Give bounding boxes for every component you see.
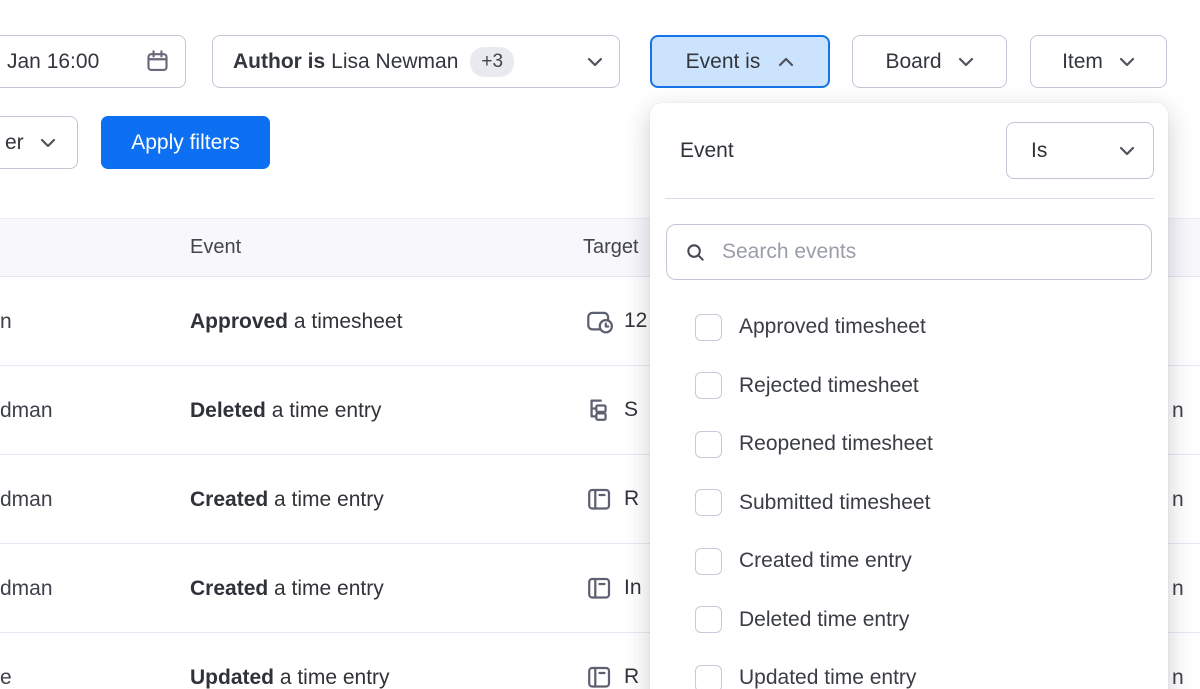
author-filter-field: Author is <box>233 50 325 74</box>
event-filter-dropdown: Event Is Approved timesheet Rejected tim… <box>650 103 1168 689</box>
event-options-list: Approved timesheet Rejected timesheet Re… <box>650 298 1168 689</box>
row-target-fragment: In <box>624 576 642 600</box>
event-option-label: Submitted timesheet <box>739 491 930 515</box>
item-filter-button[interactable]: Item <box>1030 35 1167 88</box>
dropdown-field-label: Event <box>680 103 734 198</box>
event-option-checkbox[interactable] <box>695 372 722 399</box>
event-option[interactable]: Submitted timesheet <box>650 474 1168 533</box>
row-author-fragment: dman <box>0 366 53 455</box>
row-event-rest: a timesheet <box>288 310 402 333</box>
item-filter-label: Item <box>1062 50 1103 74</box>
chevron-down-icon <box>587 57 603 67</box>
row-target: R <box>585 455 639 543</box>
board-filter-button[interactable]: Board <box>852 35 1007 88</box>
truncated-filter-button[interactable]: er <box>0 116 78 169</box>
row-author-fragment: n <box>0 277 12 366</box>
row-target-fragment: 12 <box>624 309 647 333</box>
board-icon <box>585 574 614 603</box>
row-right-fragment: n <box>1172 544 1184 633</box>
event-option[interactable]: Deleted time entry <box>650 591 1168 650</box>
event-option[interactable]: Reopened timesheet <box>650 415 1168 474</box>
row-event-verb: Created <box>190 488 268 511</box>
chevron-up-icon <box>778 57 794 67</box>
row-event-verb: Updated <box>190 666 274 689</box>
row-event-rest: a time entry <box>268 488 384 511</box>
operator-value: Is <box>1031 139 1047 163</box>
event-option-checkbox[interactable] <box>695 431 722 458</box>
chevron-down-icon <box>958 57 974 67</box>
event-option-label: Updated time entry <box>739 666 916 689</box>
row-right-fragment: n <box>1172 366 1184 455</box>
event-option[interactable]: Rejected timesheet <box>650 357 1168 416</box>
row-event-verb: Approved <box>190 310 288 333</box>
chevron-down-icon <box>40 138 56 148</box>
row-target: R <box>585 633 639 689</box>
row-event-verb: Created <box>190 577 268 600</box>
event-option[interactable]: Approved timesheet <box>650 298 1168 357</box>
row-target: In <box>585 544 642 632</box>
row-right-fragment: n <box>1172 633 1184 689</box>
operator-select[interactable]: Is <box>1006 122 1154 179</box>
truncated-filter-label: er <box>5 131 24 155</box>
row-event-rest: a time entry <box>268 577 384 600</box>
row-event-text: Created a time entry <box>190 455 384 544</box>
board-icon <box>585 485 614 514</box>
row-target: 12 <box>585 277 647 365</box>
row-author-fragment: e <box>0 633 12 689</box>
date-filter-value: Jan 16:00 <box>7 50 99 74</box>
board-filter-label: Board <box>885 50 941 74</box>
event-search-box <box>666 224 1152 280</box>
event-option-checkbox[interactable] <box>695 548 722 575</box>
event-option-checkbox[interactable] <box>695 489 722 516</box>
column-header-target: Target <box>583 219 639 276</box>
timesheet-clock-icon <box>585 307 614 336</box>
row-event-text: Created a time entry <box>190 544 384 633</box>
chevron-down-icon <box>1119 146 1135 156</box>
row-event-rest: a time entry <box>274 666 390 689</box>
row-target: S <box>585 366 638 454</box>
event-option[interactable]: Updated time entry <box>650 649 1168 689</box>
event-option-label: Created time entry <box>739 549 912 573</box>
row-event-text: Deleted a time entry <box>190 366 381 455</box>
row-event-verb: Deleted <box>190 399 266 422</box>
event-filter-button[interactable]: Event is <box>650 35 830 88</box>
row-right-fragment: n <box>1172 455 1184 544</box>
author-filter-value: Lisa Newman <box>331 50 458 74</box>
author-filter[interactable]: Author is Lisa Newman +3 <box>212 35 620 88</box>
row-event-text: Approved a timesheet <box>190 277 402 366</box>
event-option-label: Deleted time entry <box>739 608 909 632</box>
chevron-down-icon <box>1119 57 1135 67</box>
event-option[interactable]: Created time entry <box>650 532 1168 591</box>
event-option-checkbox[interactable] <box>695 665 722 689</box>
calendar-icon <box>144 48 171 75</box>
event-option-label: Approved timesheet <box>739 315 926 339</box>
subitems-icon <box>585 396 614 425</box>
apply-filters-button[interactable]: Apply filters <box>101 116 270 169</box>
dropdown-divider <box>665 198 1154 199</box>
row-target-fragment: S <box>624 398 638 422</box>
event-option-checkbox[interactable] <box>695 606 722 633</box>
row-author-fragment: dman <box>0 455 53 544</box>
board-icon <box>585 663 614 689</box>
event-filter-label: Event is <box>686 50 761 74</box>
row-author-fragment: dman <box>0 544 53 633</box>
column-header-event: Event <box>190 219 241 276</box>
row-event-rest: a time entry <box>266 399 382 422</box>
row-target-fragment: R <box>624 665 639 689</box>
event-option-label: Reopened timesheet <box>739 432 933 456</box>
date-range-filter[interactable]: Jan 16:00 <box>0 35 186 88</box>
event-option-checkbox[interactable] <box>695 314 722 341</box>
row-event-text: Updated a time entry <box>190 633 390 689</box>
event-search-input[interactable] <box>720 239 1151 265</box>
row-target-fragment: R <box>624 487 639 511</box>
search-icon <box>684 241 707 264</box>
event-option-label: Rejected timesheet <box>739 374 919 398</box>
author-filter-count-badge: +3 <box>470 47 514 77</box>
